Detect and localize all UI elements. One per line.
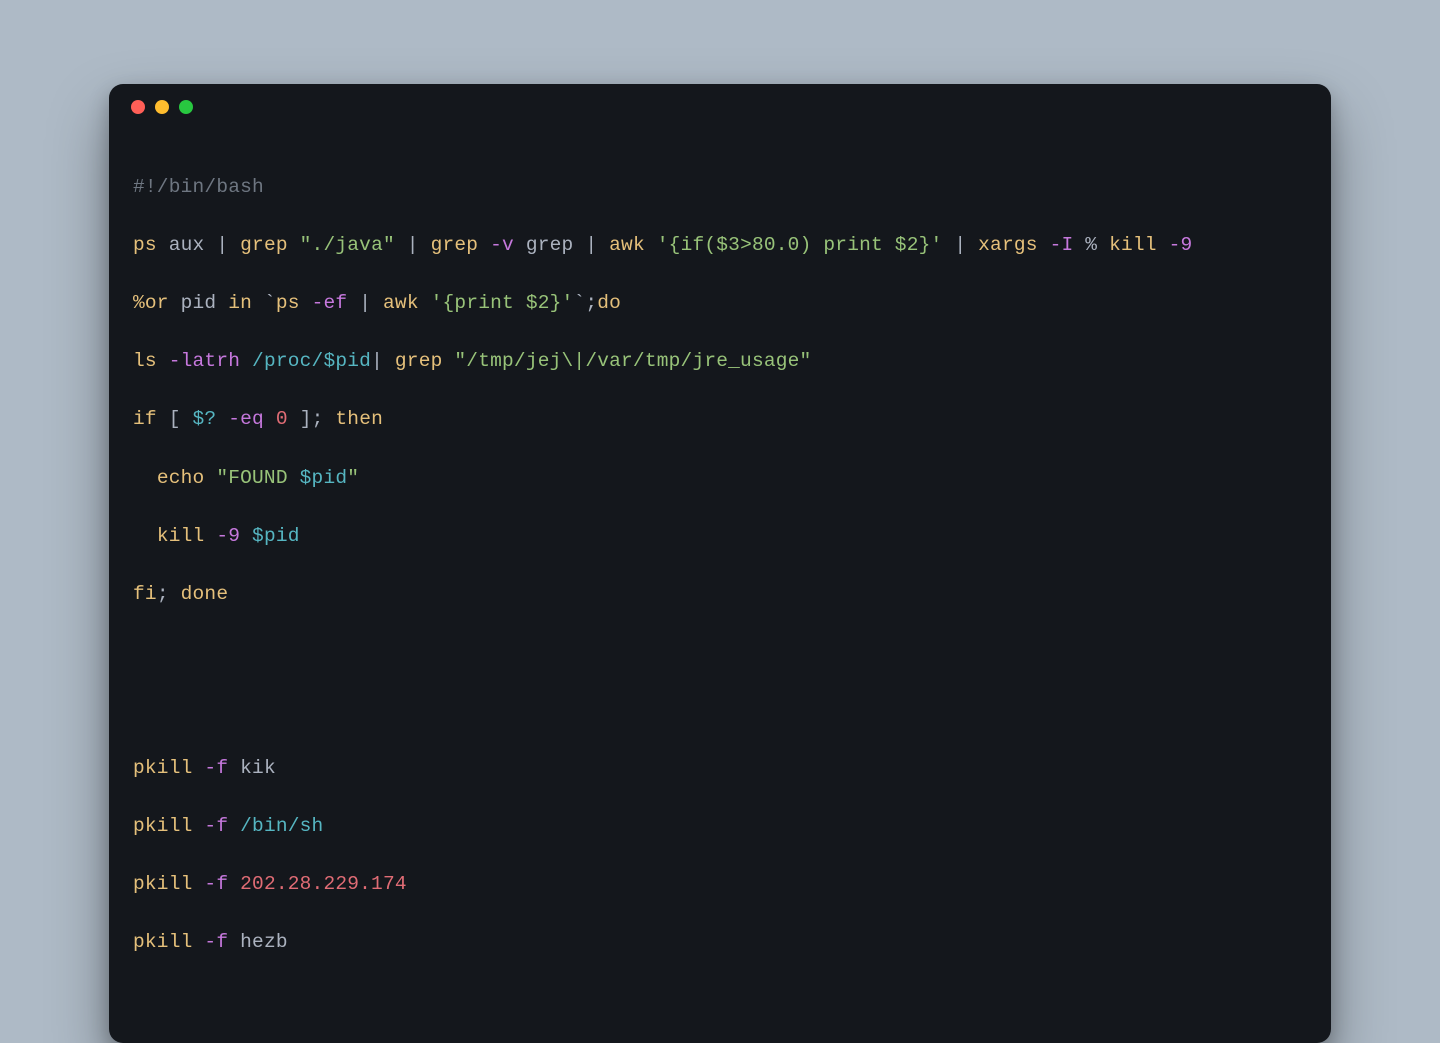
code-line-10: pkill -f /bin/sh xyxy=(133,812,1307,841)
code-line-8: fi; done xyxy=(133,580,1307,609)
code-line-12: pkill -f hezb xyxy=(133,928,1307,957)
code-line-9: pkill -f kik xyxy=(133,754,1307,783)
maximize-icon[interactable] xyxy=(179,100,193,114)
code-block: #!/bin/bash ps aux | grep "./java" | gre… xyxy=(109,130,1331,1043)
code-line-11: pkill -f 202.28.229.174 xyxy=(133,870,1307,899)
code-line-6: echo "FOUND $pid" xyxy=(133,464,1307,493)
terminal-window: #!/bin/bash ps aux | grep "./java" | gre… xyxy=(109,84,1331,1043)
blank-line xyxy=(133,638,1307,667)
code-line-7: kill -9 $pid xyxy=(133,522,1307,551)
close-icon[interactable] xyxy=(131,100,145,114)
titlebar xyxy=(109,84,1331,130)
blank-line xyxy=(133,696,1307,725)
code-line-2: ps aux | grep "./java" | grep -v grep | … xyxy=(133,231,1307,260)
shebang: #!/bin/bash xyxy=(133,176,264,198)
page-background: #!/bin/bash ps aux | grep "./java" | gre… xyxy=(0,0,1440,702)
minimize-icon[interactable] xyxy=(155,100,169,114)
code-line-3: %or pid in `ps -ef | awk '{print $2}'`;d… xyxy=(133,289,1307,318)
code-line-1: #!/bin/bash xyxy=(133,173,1307,202)
code-line-4: ls -latrh /proc/$pid| grep "/tmp/jej\|/v… xyxy=(133,347,1307,376)
code-line-5: if [ $? -eq 0 ]; then xyxy=(133,405,1307,434)
